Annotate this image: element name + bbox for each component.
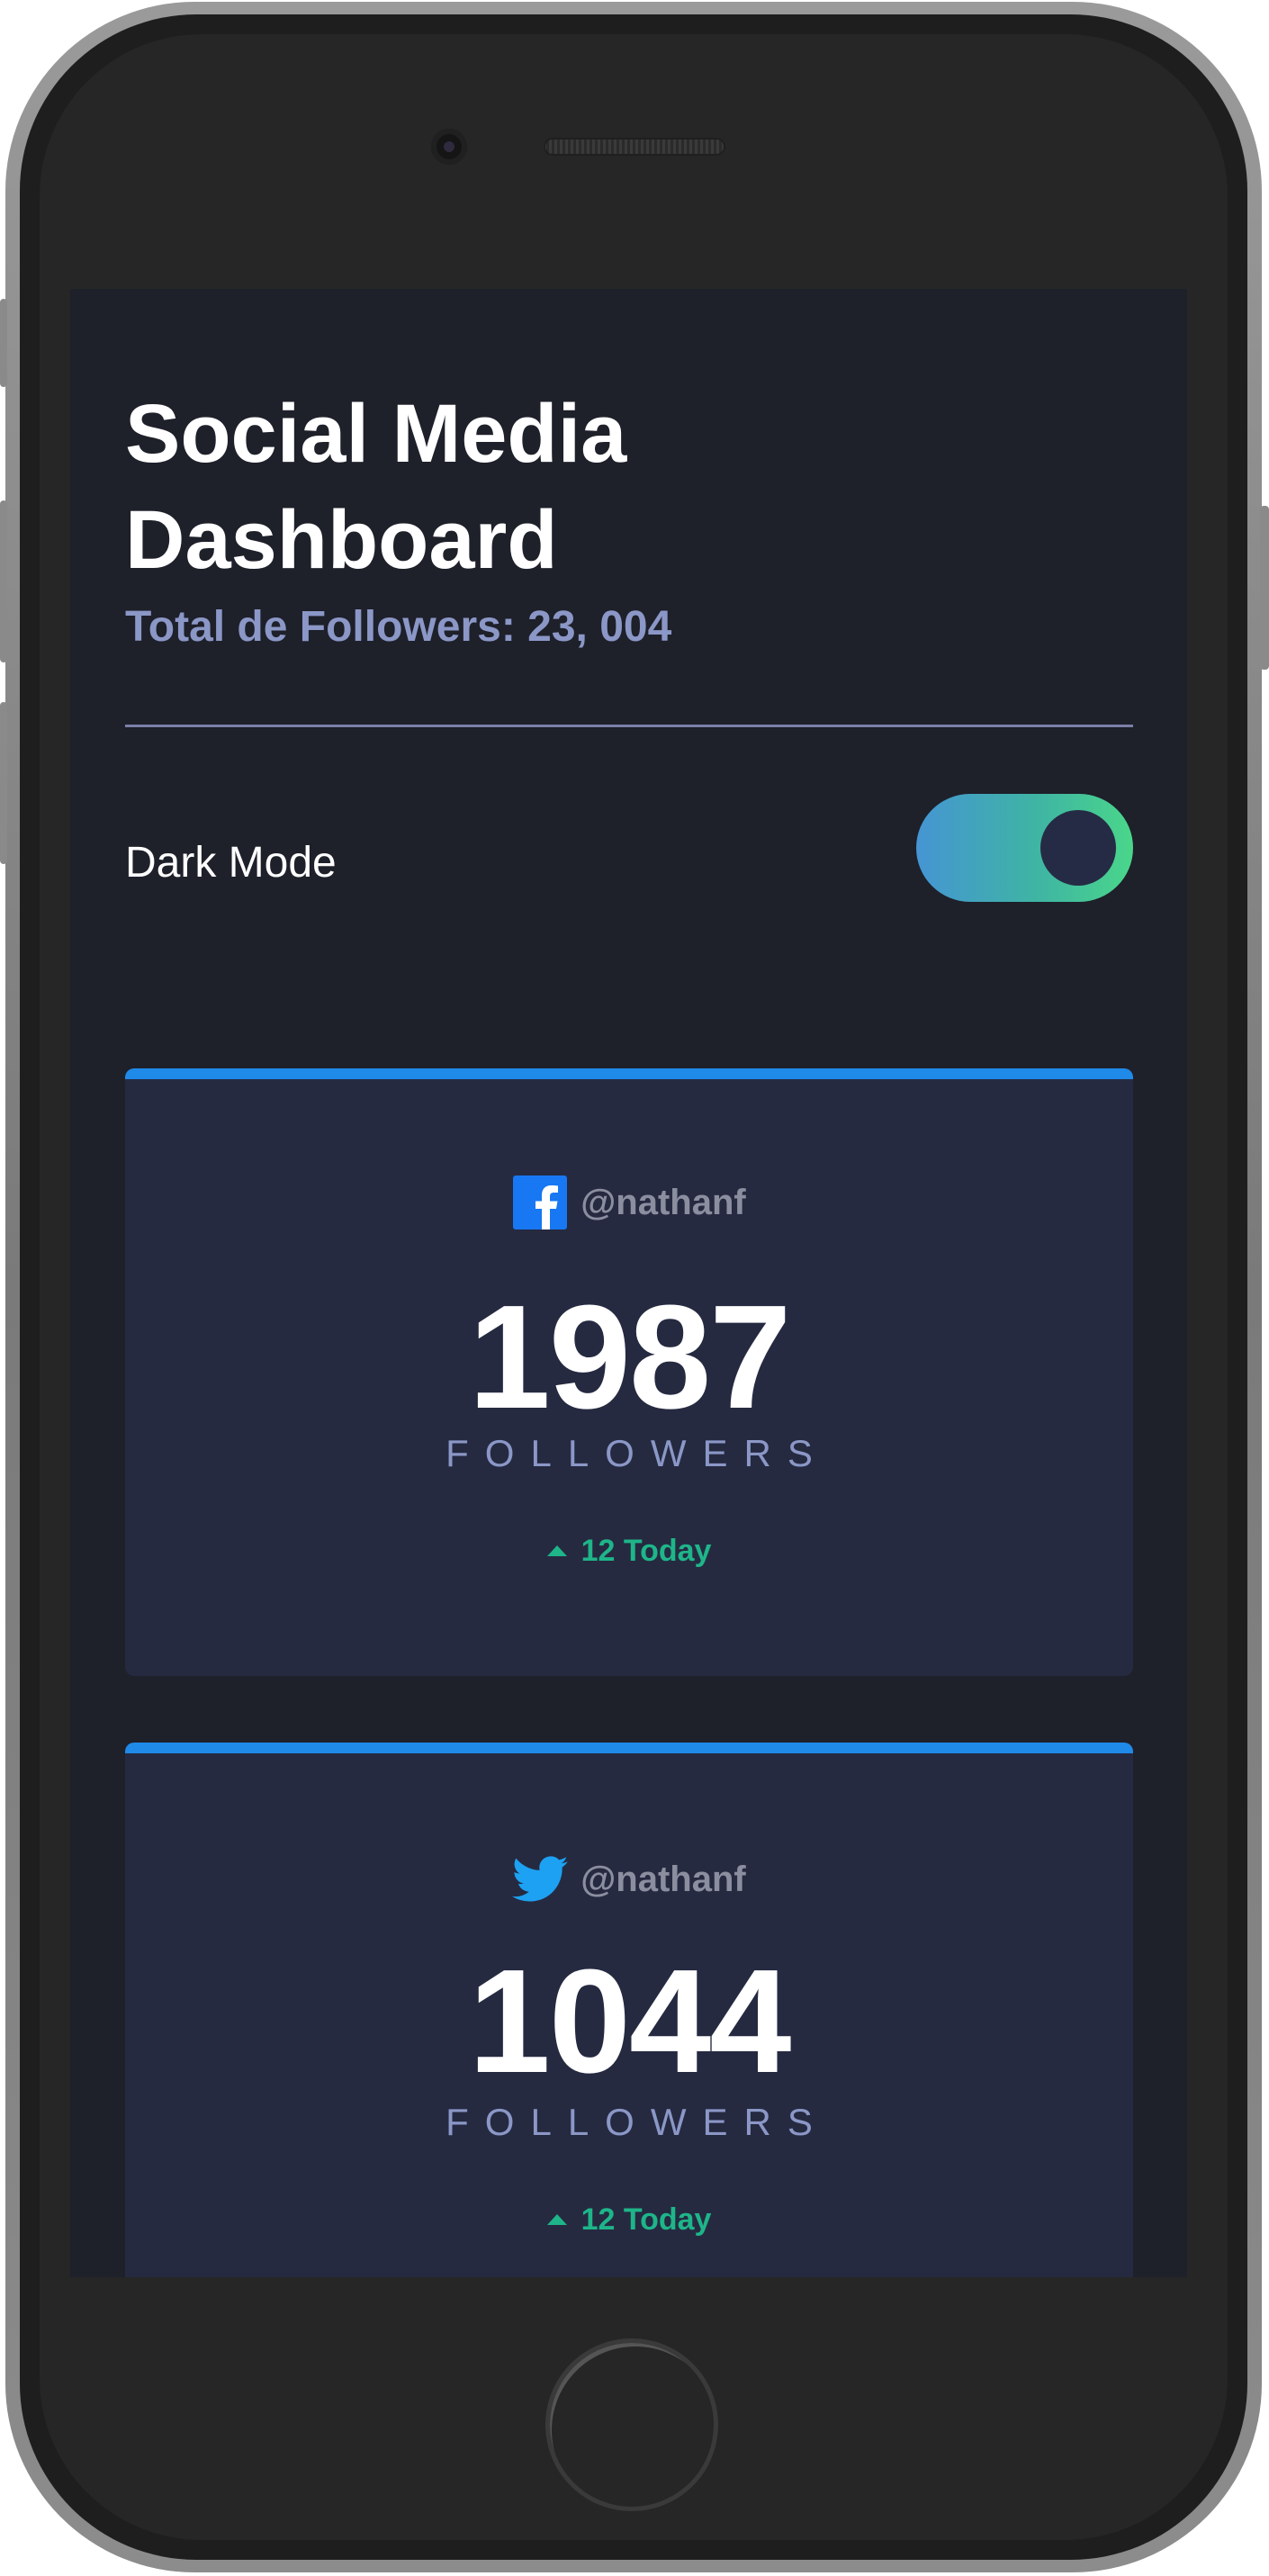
- dark-mode-toggle[interactable]: [916, 794, 1133, 902]
- card-header: @nathanf: [125, 1852, 1133, 1906]
- card-header: @nathanf: [125, 1175, 1133, 1229]
- phone-volume-up-button: [0, 500, 7, 662]
- total-followers: Total de Followers: 23, 004: [125, 603, 672, 651]
- followers-count: 1044: [468, 1939, 792, 2103]
- phone-volume-down-button: [0, 702, 7, 864]
- app-screen: Social Media Dashboard Total de Follower…: [70, 289, 1187, 2277]
- page-title: Social Media Dashboard: [125, 388, 627, 586]
- followers-count: 1987: [468, 1274, 792, 1439]
- arrow-up-icon: [546, 1545, 567, 1556]
- account-handle: @nathanf: [580, 1860, 746, 1899]
- home-button[interactable]: [545, 2338, 718, 2511]
- twitter-icon: [512, 1852, 569, 1906]
- card-accent-bar: [125, 1068, 1133, 1079]
- arrow-up-icon: [546, 2214, 567, 2225]
- card-accent-bar: [125, 1743, 1133, 1753]
- today-change-text: 12 Today: [580, 2202, 712, 2237]
- phone-mute-switch: [0, 299, 7, 387]
- toggle-knob: [1040, 810, 1116, 886]
- facebook-followers-card[interactable]: @nathanf 1987 FOLLOWERS 12 Today: [125, 1068, 1133, 1676]
- followers-label: FOLLOWERS: [446, 1432, 829, 1474]
- twitter-followers-card[interactable]: @nathanf 1044 FOLLOWERS 12 Today: [125, 1743, 1133, 2277]
- earpiece-speaker: [544, 138, 725, 156]
- dark-mode-label: Dark Mode: [125, 839, 337, 887]
- today-change: 12 Today: [125, 2200, 1133, 2239]
- front-camera: [431, 129, 467, 165]
- today-change: 12 Today: [125, 1531, 1133, 1571]
- phone-power-button: [1260, 506, 1269, 670]
- facebook-icon: [512, 1175, 568, 1229]
- today-change-text: 12 Today: [580, 1534, 712, 1568]
- followers-label: FOLLOWERS: [446, 2101, 829, 2143]
- account-handle: @nathanf: [580, 1183, 746, 1222]
- header-divider: [125, 725, 1133, 727]
